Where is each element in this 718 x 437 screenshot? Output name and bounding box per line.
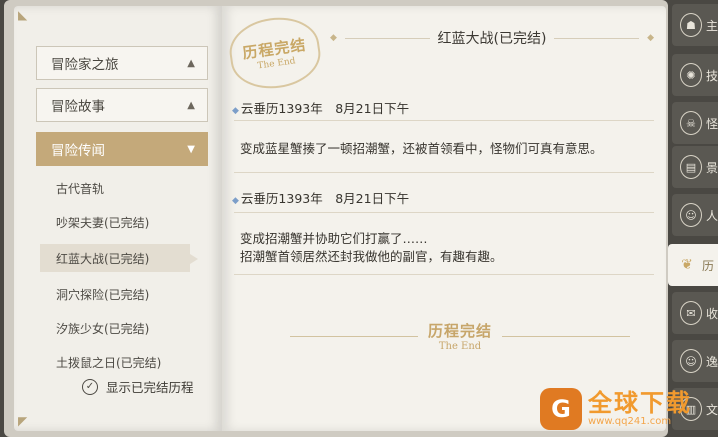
list-item[interactable]: 古代音轨 [40,174,190,202]
people-icon: ☺ [680,349,702,373]
person-icon: ☗ [680,13,702,37]
side-tab-anecdotes[interactable]: ☺ 逸 [672,340,718,382]
side-tab-label: 技 [705,68,718,83]
entry-text: 变成蓝星蟹揍了一顿招潮蟹，还被首领看中，怪物们可真有意思。 [240,140,603,158]
side-tab-skills[interactable]: ✺ 技 [672,54,718,96]
side-tab-label: 主 [705,18,718,33]
list-item-label: 洞穴探险(已完结) [56,287,150,302]
side-tab-label: 人 [705,208,718,223]
divider [344,37,430,39]
side-tab-main[interactable]: ☗ 主 [672,4,718,46]
mask-icon: ☠ [680,111,702,135]
category-label: 冒险家之旅 [51,57,119,73]
list-item[interactable]: 土拨鼠之日(已完结) [40,348,190,376]
end-marker: 历程完结 The End [290,320,631,352]
divider [502,335,631,337]
show-completed-label: 显示已完结历程 [106,380,194,395]
skill-icon: ✺ [680,63,702,87]
category-label: 冒险传闻 [51,143,105,159]
checkmark-icon[interactable]: ✓ [82,378,98,395]
diamond-icon: ◆ [330,33,337,43]
corner-ornament-icon: ◣ [18,8,28,22]
chevron-down-icon: ▼ [187,143,195,155]
category-adventure-stories[interactable]: 冒险故事 ▲ [36,88,208,122]
side-tab-label: 历 [702,258,715,273]
list-item-label: 吵架夫妻(已完结) [56,215,150,230]
divider [290,335,418,337]
category-adventurer-journey[interactable]: 冒险家之旅 ▲ [36,46,208,80]
list-item-label: 汐族少女(已完结) [56,321,150,336]
chevron-up-icon: ▲ [187,57,195,69]
side-tab-collection[interactable]: ✉ 收 [672,292,718,334]
entry-date-text: 云垂历1393年 8月21日下午 [240,191,410,206]
side-tab-label: 收 [705,306,718,321]
collection-icon: ✉ [680,301,702,325]
end-subtitle: The End [438,341,482,352]
side-tab-label: 怪 [705,116,718,131]
side-tab-scenery[interactable]: ▤ 景 [672,146,718,188]
corner-ornament-icon: ◤ [18,414,28,428]
side-tab-people[interactable]: ☺ 人 [672,194,718,236]
category-label: 冒险故事 [51,99,105,115]
category-adventure-rumors[interactable]: 冒险传闻 ▼ [36,132,208,166]
list-item-label: 古代音轨 [56,181,105,196]
divider [234,172,654,173]
end-label: 历程完结 The End [428,320,492,352]
list-item[interactable]: 汐族少女(已完结) [40,314,190,342]
people-icon: ☺ [680,203,702,227]
list-item-label: 土拨鼠之日(已完结) [56,355,162,370]
wings-icon: ❦ [681,257,693,273]
watermark-title: 全球下载 [588,389,692,417]
page-title: 红蓝大战(已完结) [437,31,547,47]
watermark-logo-icon: G [540,387,582,430]
list-item[interactable]: 吵架夫妻(已完结) [40,208,190,236]
divider [554,37,640,39]
watermark-url: www.qq241.com [588,416,672,427]
story-title-row: ◆ 红蓝大战(已完结) ◆ [330,28,654,48]
list-item[interactable]: 洞穴探险(已完结) [40,280,190,308]
side-tab-history[interactable]: ❦ 历 [668,244,718,286]
entry-line: 变成招潮蟹并协助它们打赢了…… [240,231,428,246]
diamond-icon: ◆ [647,33,654,43]
scenery-icon: ▤ [680,155,702,179]
side-tab-monsters[interactable]: ☠ 怪 [672,102,718,144]
entry-line: 变成蓝星蟹揍了一顿招潮蟹，还被首领看中，怪物们可真有意思。 [240,141,603,156]
entry-date-text: 云垂历1393年 8月21日下午 [240,101,410,116]
list-item-selected[interactable]: 红蓝大战(已完结) [40,244,198,272]
entry-date: ◆ 云垂历1393年 8月21日下午 [232,188,409,207]
side-tab-label: 景 [705,160,718,175]
end-title: 历程完结 [428,322,493,340]
list-item-label: 红蓝大战(已完结) [56,251,150,266]
entry-date: ◆ 云垂历1393年 8月21日下午 [232,98,409,117]
watermark: G 全球下载 www.qq241.com [540,380,718,437]
divider [234,212,654,213]
chevron-up-icon: ▲ [187,99,195,111]
entry-text: 变成招潮蟹并协助它们打赢了…… 招潮蟹首领居然还封我做他的副官，有趣有趣。 [240,230,503,266]
side-tab-label: 逸 [705,354,718,369]
divider [234,274,654,275]
date-marker-icon: ◆ [232,196,239,206]
show-completed-toggle[interactable]: ✓ 显示已完结历程 [82,377,194,396]
entry-line: 招潮蟹首领居然还封我做他的副官，有趣有趣。 [240,249,503,264]
divider [234,120,654,121]
date-marker-icon: ◆ [232,106,239,116]
